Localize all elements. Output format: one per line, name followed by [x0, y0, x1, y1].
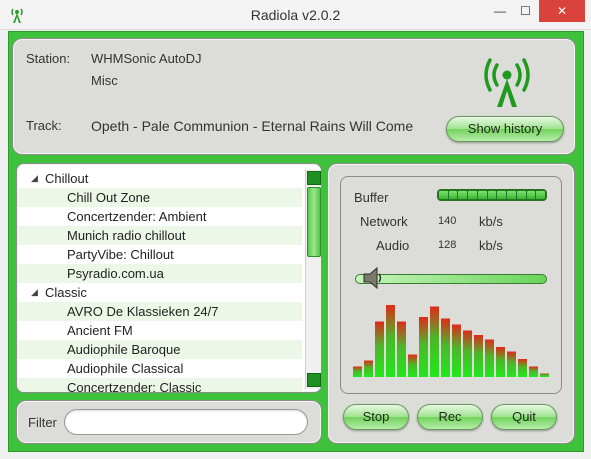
tree-item-label: AVRO De Klassieken 24/7 — [67, 304, 219, 319]
station-list: ◢ Chillout Chill Out Zone Concertzender: Am… — [16, 163, 322, 393]
main-window: Station: WHMSonic AutoDJ Misc Track: Ope… — [8, 31, 584, 452]
station-label: Station: — [26, 51, 71, 66]
expand-arrow-icon[interactable]: ◢ — [31, 283, 38, 302]
buffer-segment — [477, 191, 487, 199]
buffer-segment — [497, 191, 507, 199]
buffer-segment — [516, 191, 526, 199]
track-title: Opeth - Pale Communion - Eternal Rains W… — [91, 118, 414, 134]
tree-item[interactable]: Chill Out Zone — [17, 188, 302, 207]
spectrum-bar — [364, 360, 374, 377]
buffer-segment — [458, 191, 468, 199]
network-label: Network — [360, 214, 408, 229]
tree-group[interactable]: ◢ Classic — [17, 283, 302, 302]
tree-item-label: Ancient FM — [67, 323, 133, 338]
tree-group[interactable]: ◢ Chillout — [17, 169, 302, 188]
title-bar: Radiola v2.0.2 — ☐ ✕ — [0, 0, 591, 30]
buffer-segment — [526, 191, 536, 199]
list-scrollbar[interactable] — [305, 169, 321, 389]
spectrum-bar — [540, 373, 550, 377]
stats-panel: Buffer Network 140 kb/s Audio 128 kb/s — [340, 176, 562, 394]
tree-item[interactable]: AVRO De Klassieken 24/7 — [17, 302, 302, 321]
tree-item[interactable]: Audiophile Classical — [17, 359, 302, 378]
spectrum-bar — [353, 366, 363, 377]
buffer-segment — [448, 191, 458, 199]
network-unit: kb/s — [479, 214, 503, 229]
tree-item[interactable]: Audiophile Baroque — [17, 340, 302, 359]
filter-input[interactable] — [64, 409, 308, 435]
spectrum-bar — [485, 339, 495, 377]
buffer-segment — [487, 191, 497, 199]
filter-panel: Filter — [16, 400, 322, 444]
tree-item[interactable]: Concertzender: Classic — [17, 378, 302, 393]
buffer-segment — [507, 191, 516, 199]
volume-slider[interactable] — [355, 274, 547, 284]
spectrum-bar — [408, 354, 418, 377]
tree-item-label: Classic — [45, 285, 87, 300]
station-info-panel: Station: WHMSonic AutoDJ Misc Track: Ope… — [12, 38, 576, 155]
minimize-button[interactable]: — — [487, 0, 513, 22]
scroll-up-arrow[interactable] — [307, 171, 321, 185]
broadcast-tower-icon — [484, 58, 530, 107]
audio-value: 128 — [438, 239, 457, 251]
tree-item[interactable]: PartyVibe: Chillout — [17, 245, 302, 264]
tree-item-label: Munich radio chillout — [67, 228, 186, 243]
spectrum-bar — [430, 306, 440, 377]
player-panel: Buffer Network 140 kb/s Audio 128 kb/s S… — [327, 163, 575, 444]
buffer-meter — [437, 189, 547, 201]
scroll-thumb[interactable] — [307, 187, 321, 257]
spectrum-bar — [375, 321, 385, 377]
spectrum-bar — [474, 335, 484, 377]
network-value: 140 — [438, 215, 457, 227]
station-name: WHMSonic AutoDJ — [91, 51, 202, 66]
station-genre: Misc — [91, 73, 118, 88]
spectrum-bar — [507, 351, 517, 377]
spectrum-bar — [386, 305, 396, 377]
spectrum-bar — [496, 347, 506, 377]
tree-item-label: Audiophile Baroque — [67, 342, 181, 357]
tree-item-label: Concertzender: Ambient — [67, 209, 207, 224]
tree-item-label: Audiophile Classical — [67, 361, 184, 376]
buffer-segment — [439, 191, 448, 199]
spectrum-analyzer — [353, 305, 550, 377]
tree-item[interactable]: Concertzender: Ambient — [17, 207, 302, 226]
buffer-segment — [536, 191, 546, 199]
spectrum-bar — [463, 330, 473, 377]
tree-item[interactable]: Ancient FM — [17, 321, 302, 340]
tree-item[interactable]: Munich radio chillout — [17, 226, 302, 245]
close-button[interactable]: ✕ — [539, 0, 585, 22]
show-history-button[interactable]: Show history — [446, 116, 564, 142]
audio-unit: kb/s — [479, 238, 503, 253]
buffer-label: Buffer — [354, 190, 389, 205]
tree-item-label: Chill Out Zone — [67, 190, 151, 205]
quit-button[interactable]: Quit — [491, 404, 557, 430]
expand-arrow-icon[interactable]: ◢ — [31, 169, 38, 188]
filter-label: Filter — [28, 415, 57, 430]
spectrum-bar — [419, 317, 429, 377]
spectrum-bar — [529, 366, 539, 377]
spectrum-bar — [452, 324, 462, 377]
tree-item-label: Chillout — [45, 171, 89, 186]
maximize-button[interactable]: ☐ — [513, 0, 538, 22]
tree-item-label: Concertzender: Classic — [67, 380, 202, 393]
spectrum-bar — [518, 359, 528, 377]
stop-button[interactable]: Stop — [343, 404, 409, 430]
audio-label: Audio — [376, 238, 410, 253]
tree-item-label: Psyradio.com.ua — [67, 266, 164, 281]
track-label: Track: — [26, 118, 62, 133]
scroll-down-arrow[interactable] — [307, 373, 321, 387]
spectrum-bar — [441, 318, 451, 377]
spectrum-bar — [397, 321, 407, 377]
buffer-segment — [468, 191, 477, 199]
tree-item[interactable]: Psyradio.com.ua — [17, 264, 302, 283]
speaker-icon[interactable] — [362, 266, 384, 290]
tree-item-label: PartyVibe: Chillout — [67, 247, 174, 262]
rec-button[interactable]: Rec — [417, 404, 483, 430]
